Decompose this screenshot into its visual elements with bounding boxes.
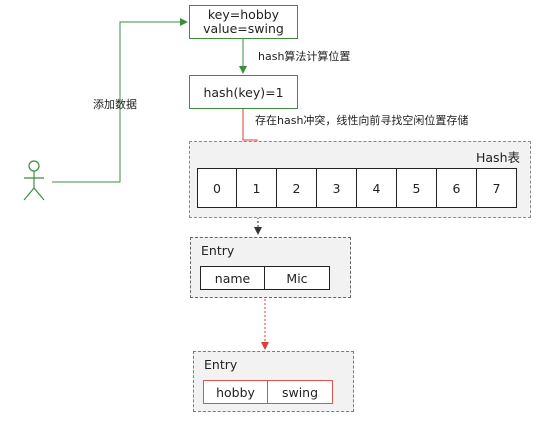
hash-slot-4: 4: [357, 168, 397, 208]
user-actor-icon: [23, 160, 45, 201]
collision-label: 存在hash冲突，线性向前寻找空闲位置存储: [255, 114, 469, 127]
hash-slot-2: 2: [277, 168, 317, 208]
entry-new: Entry hobby swing: [193, 351, 354, 412]
hash-result-text: hash(key)=1: [203, 84, 284, 100]
entry-existing-value: Mic: [265, 266, 330, 290]
entry-new-pair: hobby swing: [203, 380, 333, 404]
entry-new-value: swing: [268, 380, 333, 404]
hash-table-title: Hash表: [476, 150, 520, 165]
hash-result-node: hash(key)=1: [189, 75, 298, 109]
entry-existing-title: Entry: [201, 243, 235, 258]
entry-new-title: Entry: [204, 357, 238, 372]
hash-compute-label: hash算法计算位置: [258, 50, 351, 63]
hash-slot-6: 6: [437, 168, 477, 208]
hash-table-slots: 0 1 2 3 4 5 6 7: [197, 168, 517, 208]
entry-existing: Entry name Mic: [190, 237, 351, 298]
source-key-value-node: key=hobby value=swing: [189, 5, 298, 39]
hash-slot-0: 0: [197, 168, 237, 208]
value-line: value=swing: [203, 21, 284, 36]
hash-slot-5: 5: [397, 168, 437, 208]
hash-slot-3: 3: [317, 168, 357, 208]
hash-slot-1: 1: [237, 168, 277, 208]
entry-new-key: hobby: [203, 380, 268, 404]
key-line: key=hobby: [207, 7, 280, 22]
entry-existing-key: name: [200, 266, 265, 290]
add-data-label: 添加数据: [93, 98, 137, 111]
hash-slot-7: 7: [477, 168, 517, 208]
entry-existing-pair: name Mic: [200, 266, 330, 290]
